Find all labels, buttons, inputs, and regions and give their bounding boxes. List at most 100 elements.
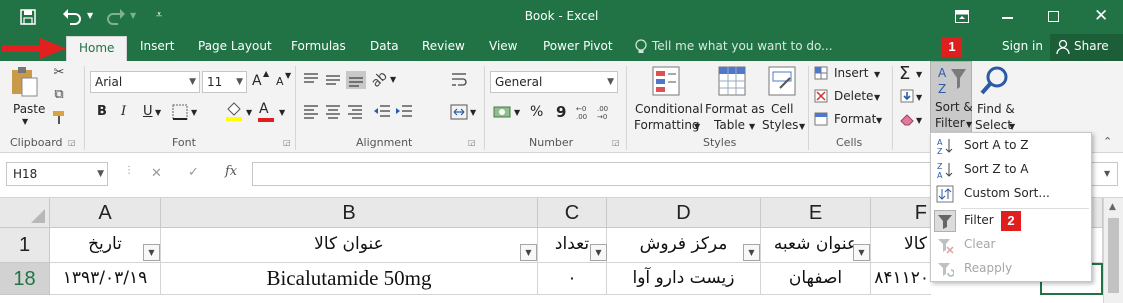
minimize-icon[interactable] <box>1002 17 1013 19</box>
column-header-b[interactable]: B <box>161 198 538 228</box>
font-size-combo[interactable]: 11 ▼ <box>202 71 247 93</box>
menu-item-sort-a-to-z[interactable]: AZ Sort A to Z <box>931 134 1091 158</box>
column-header-c[interactable]: C <box>538 198 607 228</box>
conditional-formatting-button[interactable]: Conditional Formatting ▼ <box>632 64 703 134</box>
cancel-entry-icon[interactable]: ✕ <box>151 166 162 181</box>
format-painter-icon[interactable] <box>51 109 67 125</box>
decimal-icons[interactable]: ←0.00.00→0 <box>576 103 616 121</box>
borders-dropdown-icon[interactable]: ▼ <box>191 108 197 117</box>
number-launcher-icon[interactable]: ◲ <box>612 138 620 147</box>
header-cell-product-code[interactable]: کالا <box>871 228 931 263</box>
vertical-scrollbar[interactable]: ▲ <box>1103 198 1123 303</box>
data-cell-date[interactable]: ۱۳۹۳/۰۳/۱۹ <box>50 263 161 295</box>
insert-cells-button[interactable]: Insert <box>834 66 868 80</box>
merge-center-icon[interactable] <box>450 104 468 120</box>
font-launcher-icon[interactable]: ◲ <box>283 138 291 147</box>
copy-icon[interactable]: ⧉ <box>50 86 68 104</box>
shrink-font-button[interactable]: A <box>276 75 284 88</box>
column-header-e[interactable]: E <box>761 198 871 228</box>
sort-filter-button[interactable]: AZ Sort & Filter ▼ <box>930 61 973 133</box>
filter-dropdown-button[interactable]: ▼ <box>590 244 607 261</box>
tab-insert[interactable]: Insert <box>140 34 174 61</box>
format-dropdown-icon[interactable]: ▼ <box>876 116 882 125</box>
menu-item-custom-sort[interactable]: Custom Sort... <box>931 182 1091 206</box>
scrollbar-thumb[interactable] <box>1108 218 1119 293</box>
orientation-dropdown-icon[interactable]: ▼ <box>390 75 396 84</box>
column-header-d[interactable]: D <box>607 198 761 228</box>
filter-dropdown-button[interactable]: ▼ <box>143 244 160 261</box>
clipboard-launcher-icon[interactable]: ◲ <box>68 138 76 147</box>
tell-me-box[interactable]: Tell me what you want to do... <box>652 34 833 61</box>
tab-formulas[interactable]: Formulas <box>291 34 346 61</box>
menu-item-clear[interactable]: Clear <box>931 233 1091 257</box>
close-icon[interactable]: ✕ <box>1094 6 1108 26</box>
share-button[interactable]: Share <box>1050 34 1123 61</box>
alignment-launcher-icon[interactable]: ◲ <box>468 138 476 147</box>
filter-dropdown-button[interactable]: ▼ <box>743 244 760 261</box>
insert-dropdown-icon[interactable]: ▼ <box>874 70 880 79</box>
delete-dropdown-icon[interactable]: ▼ <box>874 93 880 102</box>
row-header-18[interactable]: 18 <box>0 263 50 295</box>
autosum-dropdown-icon[interactable]: ▼ <box>916 70 922 79</box>
merge-dropdown-icon[interactable]: ▼ <box>470 108 476 117</box>
comma-button[interactable]: 9 <box>556 103 566 121</box>
italic-button[interactable]: I <box>121 104 126 119</box>
tab-home[interactable]: Home <box>66 36 128 61</box>
data-cell-quantity[interactable]: ۰ <box>538 263 607 295</box>
fill-color-icon[interactable] <box>225 101 243 121</box>
tab-data[interactable]: Data <box>370 34 399 61</box>
indent-icons[interactable] <box>372 104 416 120</box>
header-cell-sales-center[interactable]: مرکز فروش <box>607 228 761 263</box>
vertical-align-icons[interactable] <box>302 71 368 89</box>
fill-dropdown-icon[interactable]: ▼ <box>916 93 922 102</box>
tab-page-layout[interactable]: Page Layout <box>198 34 272 61</box>
grow-font-button[interactable]: A <box>252 73 262 89</box>
ribbon-display-options-icon[interactable] <box>955 10 969 23</box>
data-cell-sales-center[interactable]: زیست دارو آوا <box>607 263 761 295</box>
menu-item-reapply[interactable]: Reapply <box>931 257 1091 281</box>
column-header-a[interactable]: A <box>50 198 161 228</box>
column-header-f[interactable]: F <box>871 198 931 228</box>
menu-item-sort-z-to-a[interactable]: ZA Sort Z to A <box>931 158 1091 182</box>
fill-color-dropdown-icon[interactable]: ▼ <box>246 108 252 117</box>
underline-dropdown-icon[interactable]: ▼ <box>155 108 161 117</box>
header-cell-product[interactable]: عنوان کالا <box>161 228 538 263</box>
cut-icon[interactable]: ✂ <box>50 64 68 82</box>
maximize-icon[interactable] <box>1048 11 1059 22</box>
insert-function-button[interactable]: fx <box>225 164 237 179</box>
currency-icon[interactable] <box>493 103 511 121</box>
confirm-entry-icon[interactable]: ✓ <box>188 165 199 180</box>
select-all-corner[interactable] <box>0 198 50 228</box>
tab-power-pivot[interactable]: Power Pivot <box>543 34 613 61</box>
wrap-text-icon[interactable] <box>450 71 468 89</box>
bold-button[interactable]: B <box>97 104 107 119</box>
find-select-button[interactable]: Find & Select ▼ <box>974 64 1018 134</box>
sign-in-link[interactable]: Sign in <box>1002 34 1043 61</box>
paste-button[interactable]: Paste ▼ <box>6 64 46 130</box>
autosum-icon[interactable]: Σ <box>899 63 910 84</box>
cell-styles-button[interactable]: Cell Styles ▼ <box>762 64 806 134</box>
clear-eraser-icon[interactable] <box>899 112 915 126</box>
filter-dropdown-button[interactable]: ▼ <box>853 244 870 261</box>
delete-cells-button[interactable]: Delete <box>834 89 873 103</box>
row-header-1[interactable]: 1 <box>0 228 50 263</box>
percent-button[interactable]: % <box>530 104 543 120</box>
horizontal-align-icons[interactable] <box>302 104 368 120</box>
data-cell-branch[interactable]: اصفهان <box>761 263 871 295</box>
clear-dropdown-icon[interactable]: ▼ <box>916 116 922 125</box>
tab-view[interactable]: View <box>489 34 517 61</box>
fill-down-icon[interactable] <box>900 89 914 103</box>
format-as-table-button[interactable]: Format as Table ▼ <box>704 64 765 134</box>
data-cell-product-code[interactable]: ۸۴۱۱۲۰ <box>871 263 931 295</box>
number-format-combo[interactable]: General ▼ <box>490 71 618 93</box>
underline-button[interactable]: U <box>143 104 153 119</box>
scroll-up-icon[interactable]: ▲ <box>1109 202 1116 212</box>
expand-formula-icon[interactable]: ▼ <box>1104 169 1110 178</box>
data-cell-product[interactable]: Bicalutamide 50mg <box>161 263 538 295</box>
font-color-dropdown-icon[interactable]: ▼ <box>279 108 285 117</box>
tab-review[interactable]: Review <box>422 34 465 61</box>
format-cells-button[interactable]: Format <box>834 112 876 126</box>
font-name-combo[interactable]: Arial ▼ <box>90 71 200 93</box>
font-color-button[interactable]: A <box>259 101 269 117</box>
filter-dropdown-button[interactable]: ▼ <box>520 244 537 261</box>
